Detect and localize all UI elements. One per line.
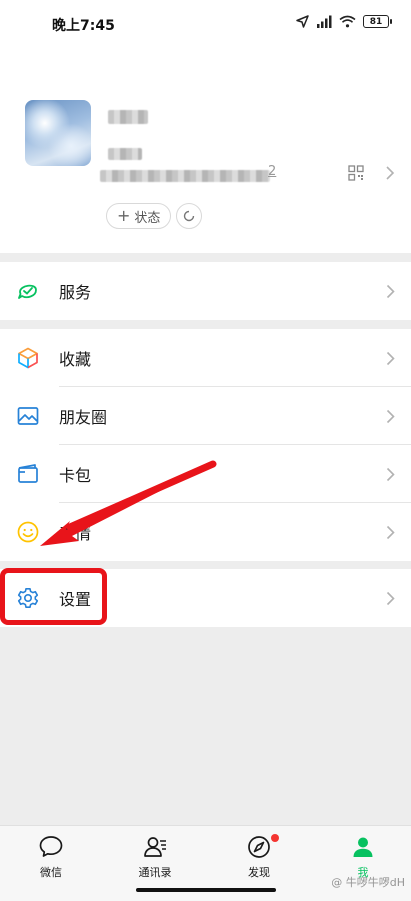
blurred-wechat-id (100, 170, 270, 182)
menu-group-main: 收藏 朋友圈 卡包 表情 (0, 329, 411, 561)
plus-icon: + (117, 206, 131, 225)
menu-label-moments: 朋友圈 (59, 408, 108, 427)
tab-chats[interactable]: 微信 (11, 834, 91, 880)
blurred-wechat-id-label (108, 148, 142, 160)
tab-discover[interactable]: 发现 (219, 834, 299, 880)
avatar[interactable] (25, 100, 91, 166)
tab-label-discover: 发现 (248, 866, 270, 879)
wallet-card-icon (18, 464, 38, 483)
menu-label-services: 服务 (59, 283, 92, 302)
menu-item-services[interactable]: 服务 (0, 262, 411, 320)
favorites-cube-icon (18, 347, 38, 369)
location-icon (296, 15, 309, 28)
blurred-nickname (108, 110, 148, 124)
battery-icon: 81 (363, 15, 392, 28)
status-time: 晚上7:45 (52, 18, 115, 34)
chevron-right-icon (386, 525, 395, 540)
contacts-icon (144, 837, 166, 857)
chevron-right-icon (386, 351, 395, 366)
menu-item-cards[interactable]: 卡包 (0, 445, 411, 503)
services-icon (18, 284, 37, 299)
refresh-icon (183, 210, 195, 222)
chevron-right-icon (386, 467, 395, 482)
chat-bubble-icon (39, 836, 63, 857)
tab-contacts[interactable]: 通讯录 (115, 834, 195, 880)
status-bar: 晚上7:45 81 (0, 0, 411, 50)
signal-icon (317, 15, 332, 28)
person-icon (353, 837, 373, 857)
battery-level: 81 (369, 16, 383, 27)
menu-item-stickers[interactable]: 表情 (0, 503, 411, 561)
add-status-button[interactable]: + 状态 (106, 203, 172, 229)
chevron-right-icon (386, 166, 395, 180)
menu-label-stickers: 表情 (59, 524, 92, 543)
chevron-right-icon (386, 409, 395, 424)
menu-item-favorites[interactable]: 收藏 (0, 329, 411, 387)
settings-highlight-box (0, 568, 107, 625)
tab-label-chats: 微信 (40, 866, 62, 879)
status-icons: 81 (296, 15, 392, 28)
discover-badge (271, 834, 279, 842)
wifi-icon (339, 15, 356, 28)
wechat-id-suffix: 2 (268, 164, 277, 179)
sticker-smiley-icon (17, 521, 39, 543)
add-status-label: 状态 (134, 210, 161, 226)
home-indicator[interactable] (136, 888, 276, 892)
moments-image-icon (17, 407, 39, 425)
compass-icon (248, 836, 270, 858)
tab-label-contacts: 通讯录 (138, 866, 172, 879)
menu-item-moments[interactable]: 朋友圈 (0, 387, 411, 445)
watermark: @ 牛啰牛啰dH (331, 876, 405, 889)
menu-label-cards: 卡包 (59, 466, 92, 485)
status-history-button[interactable] (176, 203, 202, 229)
qr-code-icon[interactable] (348, 165, 364, 181)
chevron-right-icon (386, 591, 395, 606)
profile-header[interactable]: 2 + 状态 (0, 50, 411, 253)
menu-label-favorites: 收藏 (59, 350, 92, 369)
menu-group-services: 服务 (0, 262, 411, 320)
chevron-right-icon (386, 284, 395, 299)
